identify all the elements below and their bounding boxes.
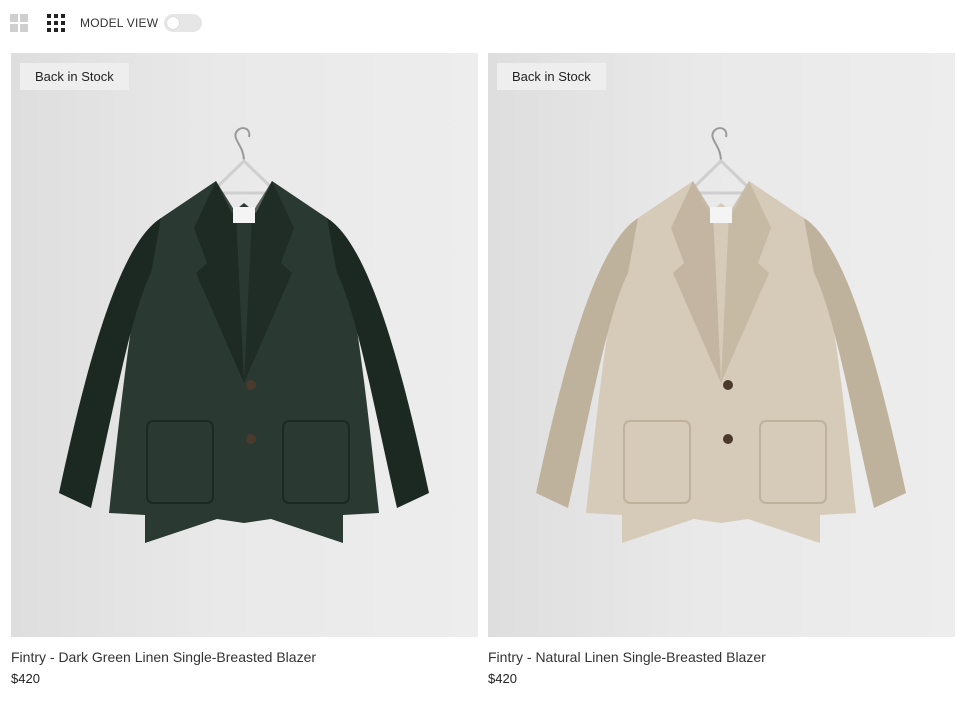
label [233, 207, 255, 223]
product-price: $420 [488, 671, 517, 686]
toggle-knob [167, 17, 180, 29]
button-1 [246, 380, 256, 390]
grid-3x3-icon[interactable] [47, 14, 65, 32]
button-1 [723, 380, 733, 390]
button-2 [723, 434, 733, 444]
model-view-label: MODEL VIEW [80, 16, 159, 30]
product-name[interactable]: Fintry - Natural Linen Single-Breasted B… [488, 649, 955, 665]
product-card[interactable]: Back in Stock Fintry - Natural Linen Sin… [488, 53, 955, 686]
model-view-toggle[interactable] [164, 14, 203, 32]
product-name[interactable]: Fintry - Dark Green Linen Single-Breaste… [11, 649, 478, 665]
product-image[interactable]: Back in Stock [11, 53, 478, 637]
label [710, 207, 732, 223]
product-card[interactable]: Back in Stock Fintry - Dark Green Linen … [11, 53, 478, 686]
button-2 [246, 434, 256, 444]
product-image[interactable]: Back in Stock [488, 53, 955, 637]
toolbar: MODEL VIEW [10, 13, 203, 33]
hanger [207, 158, 281, 195]
hanger-hook [234, 127, 251, 162]
back-in-stock-badge: Back in Stock [497, 63, 606, 90]
grid-2x2-icon[interactable] [10, 14, 28, 32]
blazer-image [536, 127, 906, 543]
product-price: $420 [11, 671, 40, 686]
hanger-hook [711, 127, 728, 162]
hanger [684, 158, 758, 195]
back-in-stock-badge: Back in Stock [20, 63, 129, 90]
blazer-image [59, 127, 429, 543]
